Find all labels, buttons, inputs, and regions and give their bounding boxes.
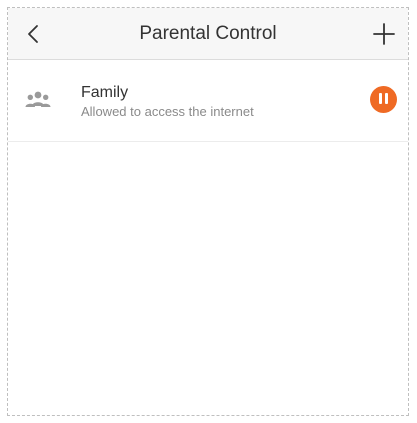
group-status: Allowed to access the internet — [81, 104, 254, 119]
group-list: Family Allowed to access the internet — [8, 60, 408, 142]
plus-icon — [373, 23, 395, 45]
add-button[interactable] — [366, 16, 402, 52]
app-screen: Parental Control Family Allowed to acces… — [7, 7, 409, 416]
pause-icon — [378, 91, 390, 109]
page-title: Parental Control — [139, 23, 277, 44]
list-item-text: Family Allowed to access the internet — [81, 84, 348, 120]
chevron-left-icon — [28, 25, 38, 43]
group-icon — [25, 91, 51, 107]
back-button[interactable] — [16, 16, 52, 52]
navigation-bar: Parental Control — [8, 8, 408, 60]
group-name: Family — [81, 84, 129, 101]
list-item-family[interactable]: Family Allowed to access the internet — [8, 60, 408, 142]
pause-button[interactable] — [370, 86, 397, 113]
